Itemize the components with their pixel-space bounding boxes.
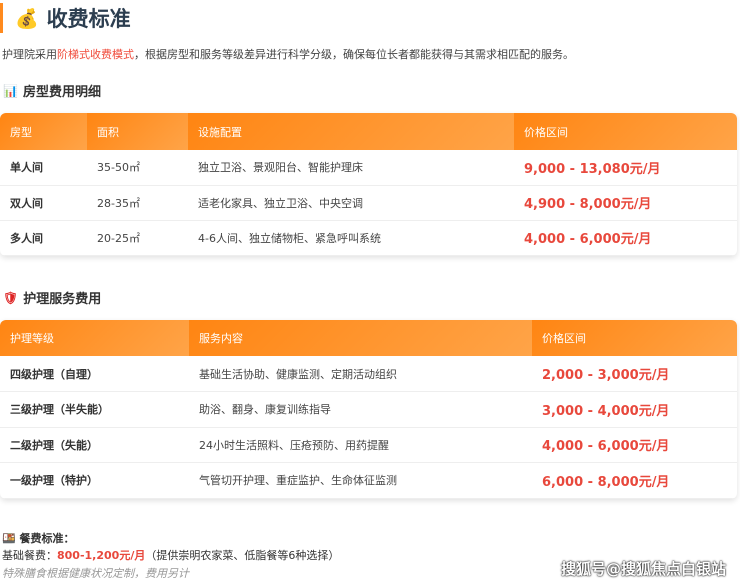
bar-chart-icon: 📊: [3, 83, 18, 98]
meal-price: 800-1,200元/月: [57, 549, 146, 562]
care-services: 24小时生活照料、压疮预防、用药提醒: [189, 427, 532, 463]
care-level: 三级护理（半失能）: [0, 391, 189, 428]
room-area: 20-25㎡: [87, 220, 188, 256]
intro-post: ，根据房型和服务等级差异进行科学分级，确保每位长者都能获得与其需求相匹配的服务。: [134, 48, 574, 61]
room-type: 双人间: [0, 185, 87, 221]
table-row: 多人间 20-25㎡ 4-6人间、独立储物柜、紧急呼叫系统 4,000 - 6,000…: [0, 220, 737, 256]
meal-label: 基础餐费：: [2, 549, 57, 562]
title-text: 收费标准: [46, 7, 131, 31]
care-price: 4,000 - 6,000元/月: [532, 427, 737, 463]
room-facilities: 4-6人间、独立储物柜、紧急呼叫系统: [188, 220, 514, 256]
room-area: 35-50㎡: [87, 150, 188, 186]
header-cell: 价格区间: [514, 113, 737, 150]
care-services: 气管切开护理、重症监护、生命体征监测: [189, 462, 532, 499]
room-price: 4,000 - 6,000元/月: [514, 220, 737, 256]
meal-heading: 🍱 餐费标准：: [2, 530, 75, 546]
care-level: 二级护理（失能）: [0, 427, 189, 463]
header-cell: 设施配置: [188, 113, 514, 150]
intro-pre: 护理院采用: [2, 48, 57, 61]
care-price: 2,000 - 3,000元/月: [532, 356, 737, 392]
meal-heading-text: 餐费标准：: [19, 532, 75, 545]
table-row: 单人间 35-50㎡ 独立卫浴、景观阳台、智能护理床 9,000 - 13,080元/…: [0, 150, 737, 186]
shield-icon: 🛡: [3, 290, 19, 305]
table-header: 房型 面积 设施配置 价格区间: [0, 113, 737, 150]
room-heading-text: 房型费用明细: [22, 85, 101, 100]
room-price: 9,000 - 13,080元/月: [514, 150, 737, 186]
care-level: 一级护理（特护）: [0, 462, 189, 499]
room-facilities: 独立卫浴、景观阳台、智能护理床: [188, 150, 514, 186]
meal-desc: （提供崇明农家菜、低脂餐等6种选择）: [145, 549, 340, 562]
care-heading-text: 护理服务费用: [23, 292, 102, 307]
header-cell: 房型: [0, 113, 87, 150]
money-bag-icon: 💰: [15, 7, 39, 30]
room-section-heading: 📊 房型费用明细: [3, 81, 101, 101]
header-cell: 护理等级: [0, 320, 189, 356]
table-row: 双人间 28-35㎡ 适老化家具、独立卫浴、中央空调 4,900 - 8,000元/月: [0, 185, 737, 221]
room-price: 4,900 - 8,000元/月: [514, 185, 737, 221]
care-price: 3,000 - 4,000元/月: [532, 391, 737, 428]
intro-text: 护理院采用阶梯式收费模式，根据房型和服务等级差异进行科学分级，确保每位长者都能获…: [2, 46, 574, 62]
header-cell: 服务内容: [189, 320, 532, 356]
meal-note: 特殊膳食根据健康状况定制，费用另计: [2, 567, 189, 580]
table-row: 一级护理（特护） 气管切开护理、重症监护、生命体征监测 6,000 - 8,000元…: [0, 462, 737, 499]
meal-icon: 🍱: [2, 532, 16, 545]
care-services: 助浴、翻身、康复训练指导: [189, 391, 532, 428]
page-title: 💰 收费标准: [0, 3, 131, 33]
header-cell: 价格区间: [532, 320, 737, 356]
room-type: 多人间: [0, 220, 87, 256]
header-cell: 面积: [87, 113, 188, 150]
care-fee-table: 护理等级 服务内容 价格区间 四级护理（自理） 基础生活协助、健康监测、定期活动组织 2…: [0, 320, 737, 499]
table-header: 护理等级 服务内容 价格区间: [0, 320, 737, 356]
table-row: 四级护理（自理） 基础生活协助、健康监测、定期活动组织 2,000 - 3,000元…: [0, 356, 737, 392]
intro-highlight: 阶梯式收费模式: [57, 48, 134, 61]
care-price: 6,000 - 8,000元/月: [532, 462, 737, 499]
meal-basic: 基础餐费：800-1,200元/月（提供崇明农家菜、低脂餐等6种选择）: [2, 547, 339, 563]
care-services: 基础生活协助、健康监测、定期活动组织: [189, 356, 532, 392]
room-type: 单人间: [0, 150, 87, 186]
table-row: 三级护理（半失能） 助浴、翻身、康复训练指导 3,000 - 4,000元/月: [0, 391, 737, 428]
watermark: 搜狐号@搜狐焦点白银站: [560, 560, 726, 578]
care-level: 四级护理（自理）: [0, 356, 189, 392]
room-fee-table: 房型 面积 设施配置 价格区间 单人间 35-50㎡ 独立卫浴、景观阳台、智能护理床 9,0…: [0, 113, 737, 256]
care-section-heading: 🛡 护理服务费用: [3, 288, 102, 308]
table-row: 二级护理（失能） 24小时生活照料、压疮预防、用药提醒 4,000 - 6,000元…: [0, 427, 737, 463]
room-area: 28-35㎡: [87, 185, 188, 221]
room-facilities: 适老化家具、独立卫浴、中央空调: [188, 185, 514, 221]
